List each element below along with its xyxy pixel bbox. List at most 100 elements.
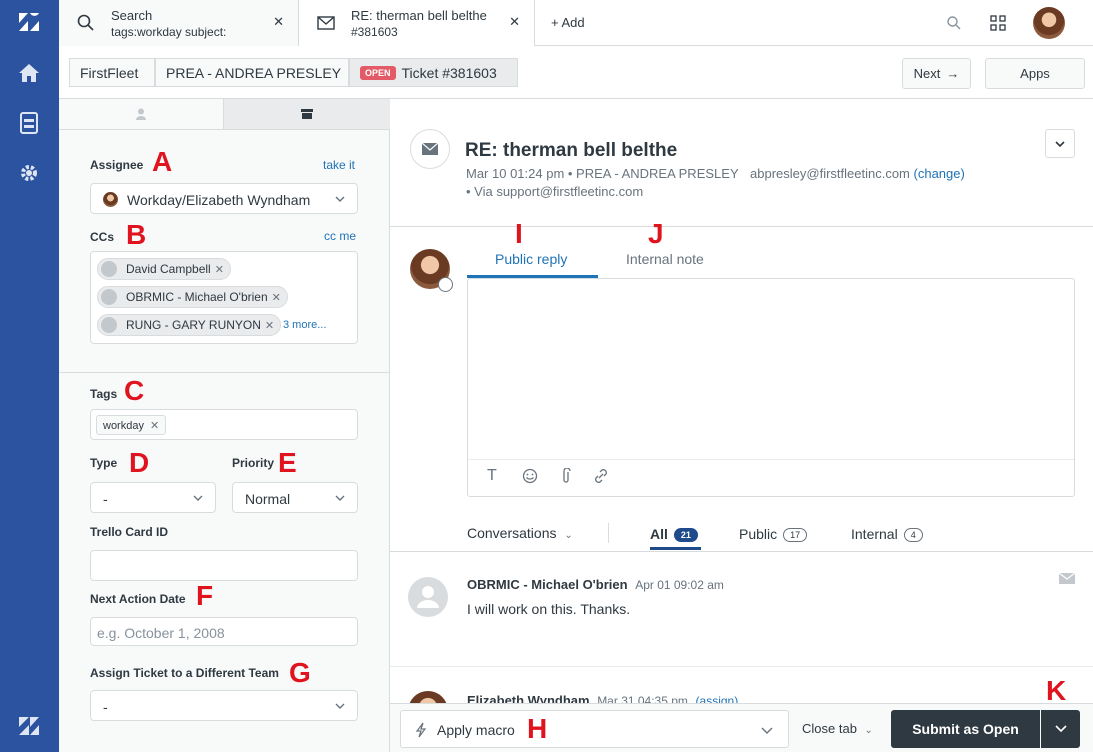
priority-label: Priority [232, 456, 275, 470]
message-author[interactable]: Elizabeth Wyndham [467, 693, 590, 703]
tab-subtitle: #381603 [351, 25, 398, 39]
annotation-letter: I [515, 218, 523, 249]
lightning-icon [415, 722, 427, 738]
add-tab-button[interactable]: + Add [551, 15, 585, 30]
views-icon[interactable] [17, 111, 41, 135]
assignee-select[interactable]: Workday/Elizabeth Wyndham [90, 183, 358, 214]
remove-icon[interactable]: ✕ [150, 420, 159, 432]
apply-macro-select[interactable]: Apply macro H [400, 710, 789, 748]
arrow-right-icon: → [946, 66, 960, 81]
chevron-down-icon [1055, 140, 1065, 147]
reply-editor[interactable] [467, 278, 1075, 497]
assign-team-label: Assign Ticket to a Different Team [90, 666, 279, 680]
admin-gear-icon[interactable] [17, 161, 41, 185]
annotation-letter: K [1046, 675, 1067, 706]
cc-name: David Campbell [126, 262, 211, 276]
user-avatar[interactable] [1033, 7, 1065, 39]
breadcrumb-requester-label: PREA - ANDREA PRESLEY [166, 64, 342, 81]
tab-ticket[interactable]: RE: therman bell belthe #381603 ✕ [299, 0, 535, 46]
filter-public[interactable]: Public 17 [739, 526, 808, 543]
assignee-value: Workday/Elizabeth Wyndham [127, 192, 311, 208]
home-icon[interactable] [17, 61, 41, 85]
breadcrumb-bar: FirstFleet PREA - ANDREA PRESLEY OPEN Ti… [59, 46, 1093, 99]
apps-button[interactable]: Apps [985, 58, 1085, 89]
next-button[interactable]: Next → [902, 58, 971, 89]
cc-pill[interactable]: OBRMIC - Michael O'brien ✕ [97, 286, 288, 308]
ccs-more-link[interactable]: 3 more... [283, 319, 326, 331]
cc-me-link[interactable]: cc me [324, 229, 356, 243]
remove-icon[interactable]: ✕ [265, 319, 274, 332]
annotation-letter: E [278, 447, 297, 478]
close-tab-icon[interactable]: ✕ [273, 14, 284, 30]
global-search-icon[interactable] [947, 16, 961, 30]
zendesk-logo-icon[interactable] [17, 10, 41, 34]
status-badge: OPEN [360, 65, 396, 80]
change-requester-link[interactable]: (change) [914, 166, 965, 181]
breadcrumb-ticket-label: Ticket #381603 [401, 64, 497, 81]
submit-label: Submit as Open [912, 721, 1019, 737]
requester-email: abpresley@firstfleetinc.com [750, 166, 910, 181]
tags-label: Tags [90, 387, 118, 401]
ticket-tab[interactable] [223, 99, 390, 130]
cc-avatar [101, 289, 117, 305]
tags-field[interactable]: workday ✕ [90, 409, 358, 440]
top-tab-bar: Search tags:workday subject: ✕ RE: therm… [59, 0, 1093, 46]
chevron-down-icon: ⌄ [864, 725, 873, 736]
message-header: OBRMIC - Michael O'brien Apr 01 09:02 am [467, 577, 724, 592]
close-tab-label: Close tab [802, 721, 857, 736]
priority-value: Normal [245, 491, 291, 507]
tab-public-reply[interactable]: Public reply [495, 251, 567, 267]
text-format-icon[interactable]: T [487, 467, 497, 485]
take-it-link[interactable]: take it [323, 158, 355, 172]
annotation-letter: F [196, 580, 214, 611]
annotation-letter: J [648, 218, 664, 249]
conversations-filter[interactable]: Conversations ⌄ [467, 525, 573, 541]
close-tab-icon[interactable]: ✕ [509, 14, 520, 30]
remove-icon[interactable]: ✕ [272, 291, 281, 304]
cc-pill[interactable]: RUNG - GARY RUNYON ✕ [97, 314, 282, 336]
remove-icon[interactable]: ✕ [215, 263, 224, 276]
trello-input[interactable] [90, 550, 358, 581]
divider [390, 551, 1093, 552]
annotation-letter: H [527, 713, 548, 744]
cc-name: RUNG - GARY RUNYON [126, 318, 261, 332]
ccs-field[interactable]: David Campbell ✕ OBRMIC - Michael O'brien… [90, 251, 358, 344]
breadcrumb-requester[interactable]: PREA - ANDREA PRESLEY [155, 58, 349, 87]
filter-all-count: 21 [673, 528, 698, 543]
apps-button-label: Apps [1020, 66, 1050, 81]
filter-public-count: 17 [783, 528, 808, 543]
breadcrumb-org[interactable]: FirstFleet [69, 58, 155, 87]
assignee-avatar [103, 192, 118, 207]
filter-all[interactable]: All 21 [650, 526, 698, 543]
link-icon[interactable] [593, 468, 609, 484]
product-tray-icon[interactable] [990, 15, 1006, 31]
close-tab-dropdown[interactable]: Close tab ⌄ [802, 721, 873, 736]
priority-select[interactable]: Normal [232, 482, 358, 513]
tab-search[interactable]: Search tags:workday subject: ✕ [59, 0, 299, 46]
submit-button[interactable]: Submit as Open [891, 710, 1040, 748]
chevron-down-icon [1054, 725, 1067, 733]
assign-link[interactable]: (assign) [696, 694, 739, 703]
section-divider [59, 372, 390, 373]
breadcrumb-ticket[interactable]: OPEN Ticket #381603 [349, 58, 518, 87]
submit-options-button[interactable] [1041, 710, 1080, 748]
zendesk-product-icon[interactable] [17, 714, 41, 738]
tag-pill[interactable]: workday ✕ [96, 415, 167, 435]
ticket-subject: RE: therman bell belthe [465, 140, 678, 161]
cc-pill[interactable]: David Campbell ✕ [97, 258, 231, 280]
apply-macro-label: Apply macro [437, 722, 515, 738]
message-author[interactable]: OBRMIC - Michael O'brien [467, 577, 628, 592]
filter-internal[interactable]: Internal 4 [851, 526, 923, 543]
emoji-icon[interactable] [522, 468, 538, 484]
tab-internal-note[interactable]: Internal note [626, 251, 704, 267]
next-action-placeholder: e.g. October 1, 2008 [97, 625, 225, 641]
assign-team-select[interactable]: - [90, 690, 358, 721]
ticket-icon [301, 109, 313, 119]
next-action-date-input[interactable]: e.g. October 1, 2008 [90, 617, 358, 646]
mail-icon [1059, 573, 1075, 584]
attachment-icon[interactable] [560, 468, 572, 484]
tab-title: Search [111, 8, 153, 23]
type-select[interactable]: - [90, 482, 216, 513]
user-tab[interactable] [59, 99, 223, 130]
ticket-options-button[interactable] [1045, 129, 1075, 158]
